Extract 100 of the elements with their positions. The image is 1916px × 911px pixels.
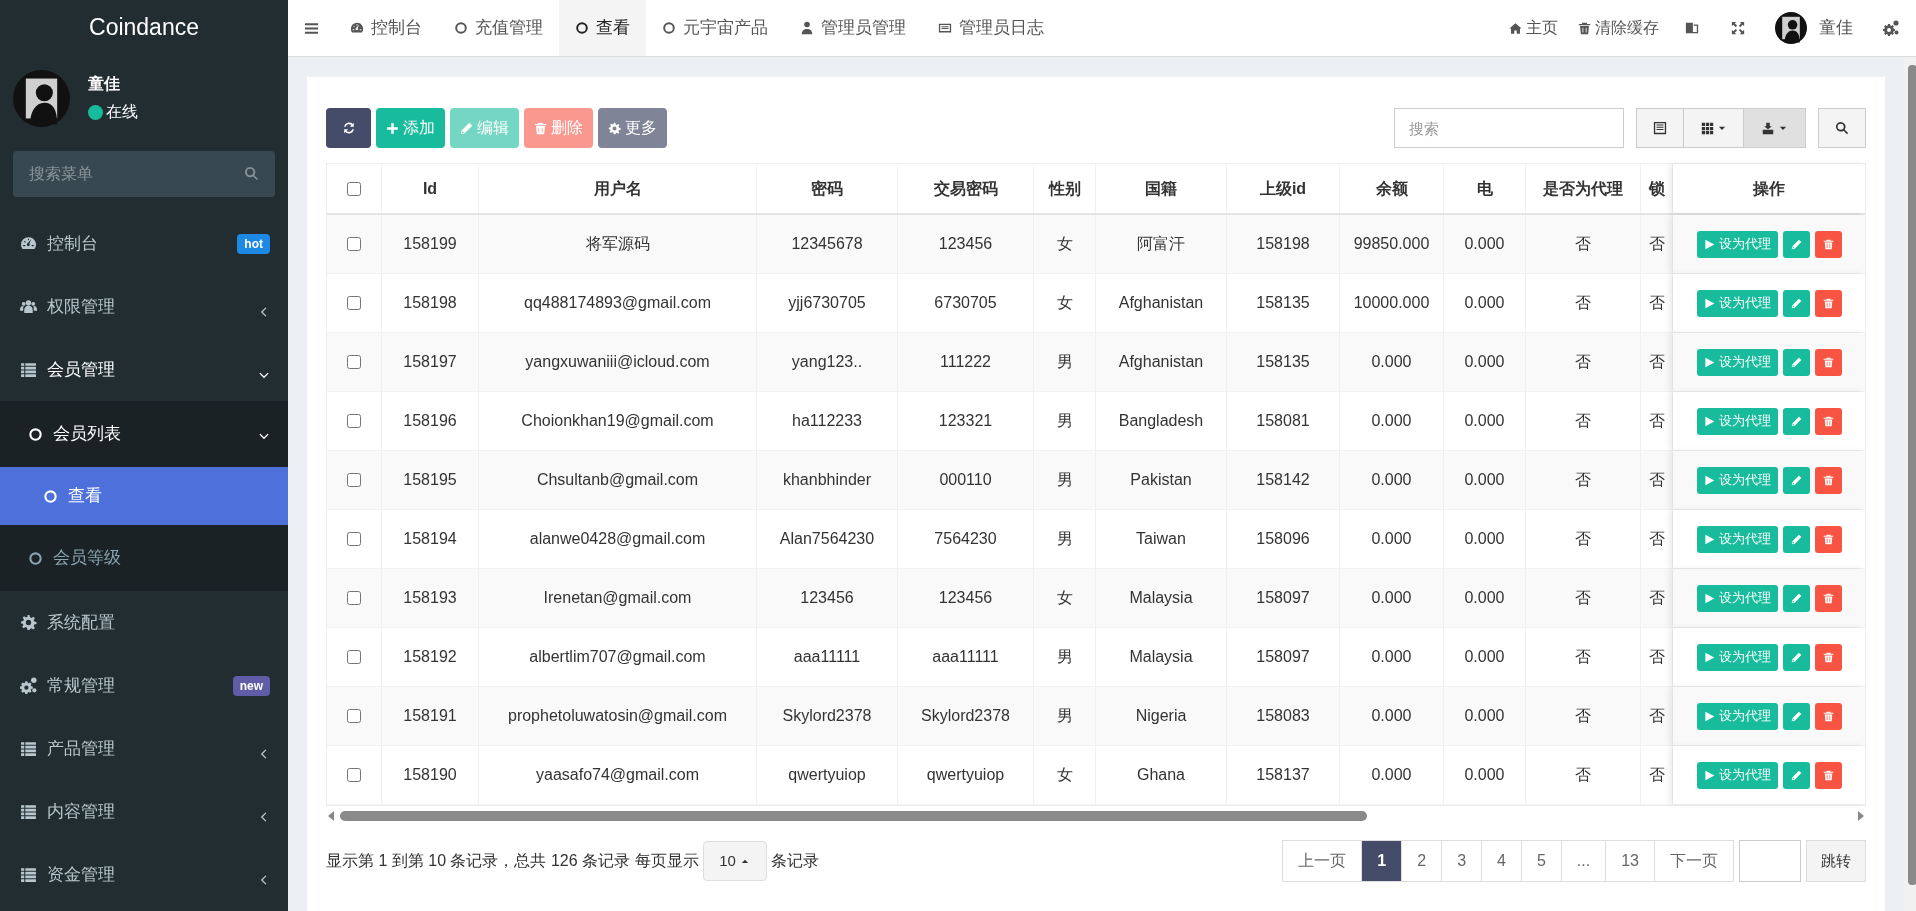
edit-button[interactable]: [1782, 348, 1810, 376]
nav-tab[interactable]: 元宇宙产品: [646, 0, 784, 56]
export-dropdown-button[interactable]: [1744, 108, 1806, 148]
edit-button[interactable]: [1782, 761, 1810, 789]
table-cell-text: 男: [1056, 352, 1073, 372]
vertical-scrollbar[interactable]: [1904, 57, 1916, 911]
menu-item[interactable]: 资金管理: [0, 843, 288, 906]
table-cell-text: qq488174893@gmail.com: [524, 293, 711, 313]
table-cell-text: 0.000: [1371, 706, 1412, 726]
nav-tab[interactable]: 充值管理: [438, 0, 559, 56]
row-checkbox[interactable]: [347, 473, 361, 487]
menu-item[interactable]: 系统配置: [0, 591, 288, 654]
menu-item[interactable]: 权限管理: [0, 275, 288, 338]
row-checkbox[interactable]: [347, 414, 361, 428]
table-cell-text: Skylord2378: [782, 706, 872, 726]
row-checkbox[interactable]: [347, 355, 361, 369]
nav-tab[interactable]: 查看: [559, 0, 646, 56]
edit-button[interactable]: [1782, 230, 1810, 258]
circle-icon: [28, 426, 43, 442]
edit-button[interactable]: [1782, 525, 1810, 553]
row-checkbox[interactable]: [347, 768, 361, 782]
page-button[interactable]: 13: [1605, 840, 1655, 882]
search-button[interactable]: [1818, 108, 1866, 148]
nav-tab[interactable]: 管理员管理: [784, 0, 922, 56]
delete-button[interactable]: [1814, 584, 1842, 612]
table-cell-text: yjj6730705: [788, 293, 866, 313]
delete-button[interactable]: [1814, 702, 1842, 730]
delete-button[interactable]: [1814, 643, 1842, 671]
edit-button[interactable]: [1782, 584, 1810, 612]
column-header: 交易密码: [898, 164, 1034, 213]
delete-button[interactable]: [1814, 525, 1842, 553]
edit-button[interactable]: [1782, 466, 1810, 494]
page-size-dropdown[interactable]: 10: [702, 841, 767, 881]
page-button[interactable]: 3: [1441, 840, 1483, 882]
page-button[interactable]: 4: [1481, 840, 1522, 882]
refresh-icon: [341, 121, 356, 135]
row-checkbox[interactable]: [347, 296, 361, 310]
page-button[interactable]: 1: [1361, 840, 1403, 882]
delete-button[interactable]: [1814, 348, 1842, 376]
table-cell-text: 男: [1056, 706, 1073, 726]
table-cell-text: 否: [1648, 234, 1665, 254]
delete-button[interactable]: [1814, 761, 1842, 789]
delete-button[interactable]: [1814, 289, 1842, 317]
search-field[interactable]: 搜索: [1394, 108, 1624, 148]
table-cell-text: 123321: [938, 411, 993, 431]
play-icon: [1703, 651, 1715, 663]
nav-tab[interactable]: 管理员日志: [922, 0, 1060, 56]
row-checkbox[interactable]: [347, 591, 361, 605]
table-cell-text: 158198: [403, 293, 457, 313]
menu-item[interactable]: 会员管理: [0, 338, 288, 401]
search-field[interactable]: 搜索菜单: [13, 151, 275, 197]
table-cell-text: qwertyuiop: [788, 765, 866, 785]
table-cell-text: 99850.000: [1353, 234, 1430, 254]
table-cell-text: 7564230: [934, 529, 997, 549]
scroll-left-icon: [328, 811, 334, 821]
delete-button[interactable]: [1814, 407, 1842, 435]
header-link[interactable]: 清除缓存: [1568, 0, 1669, 56]
page-button[interactable]: 2: [1401, 840, 1443, 882]
trash-icon: [1822, 769, 1834, 781]
toolbar-button[interactable]: 更多: [598, 108, 667, 148]
menu-icon: [303, 20, 319, 36]
user-menu-button[interactable]: 童佳: [1761, 0, 1867, 56]
column-header: 余额: [1340, 164, 1444, 213]
page-button[interactable]: 上一页: [1282, 840, 1363, 882]
page-button[interactable]: ...: [1560, 840, 1607, 882]
row-checkbox[interactable]: [347, 532, 361, 546]
columns-dropdown-button[interactable]: [1684, 108, 1744, 148]
view-toggle-button[interactable]: [1636, 108, 1684, 148]
submenu-item[interactable]: 查看: [0, 467, 288, 525]
table-cell-text: 否: [1575, 647, 1591, 667]
menu-item[interactable]: 控制台 hot: [0, 212, 288, 275]
menu-item[interactable]: 产品管理: [0, 717, 288, 780]
table-cell-text: 将军源码: [585, 234, 650, 254]
status-text: 在线: [106, 102, 138, 122]
column-header: 国籍: [1096, 164, 1227, 213]
header-link[interactable]: 主页: [1499, 0, 1568, 56]
circle-icon: [43, 488, 58, 504]
row-checkbox[interactable]: [347, 650, 361, 664]
table-cell-text: 158196: [403, 411, 457, 431]
page-button[interactable]: 下一页: [1654, 840, 1734, 882]
refresh-button[interactable]: [326, 108, 371, 148]
row-checkbox[interactable]: [347, 237, 361, 251]
menu-item[interactable]: 内容管理: [0, 780, 288, 843]
edit-button[interactable]: [1782, 643, 1810, 671]
table-cell-text: 158199: [403, 234, 457, 254]
column-header: 上级id: [1227, 164, 1340, 213]
delete-button[interactable]: [1814, 230, 1842, 258]
submenu-item[interactable]: 会员列表: [0, 401, 288, 467]
menu-item[interactable]: 常规管理 new: [0, 654, 288, 717]
edit-button[interactable]: [1782, 407, 1810, 435]
page-button[interactable]: 5: [1520, 840, 1562, 882]
delete-button[interactable]: [1814, 466, 1842, 494]
edit-button[interactable]: [1782, 702, 1810, 730]
submenu-item[interactable]: 会员等级: [0, 525, 288, 591]
jump-button[interactable]: 跳转: [1806, 840, 1866, 882]
row-checkbox[interactable]: [347, 709, 361, 723]
edit-button[interactable]: [1782, 289, 1810, 317]
nav-tab[interactable]: 控制台: [334, 0, 438, 56]
page-jump-field[interactable]: [1739, 840, 1801, 882]
select-all-checkbox[interactable]: [347, 181, 361, 196]
